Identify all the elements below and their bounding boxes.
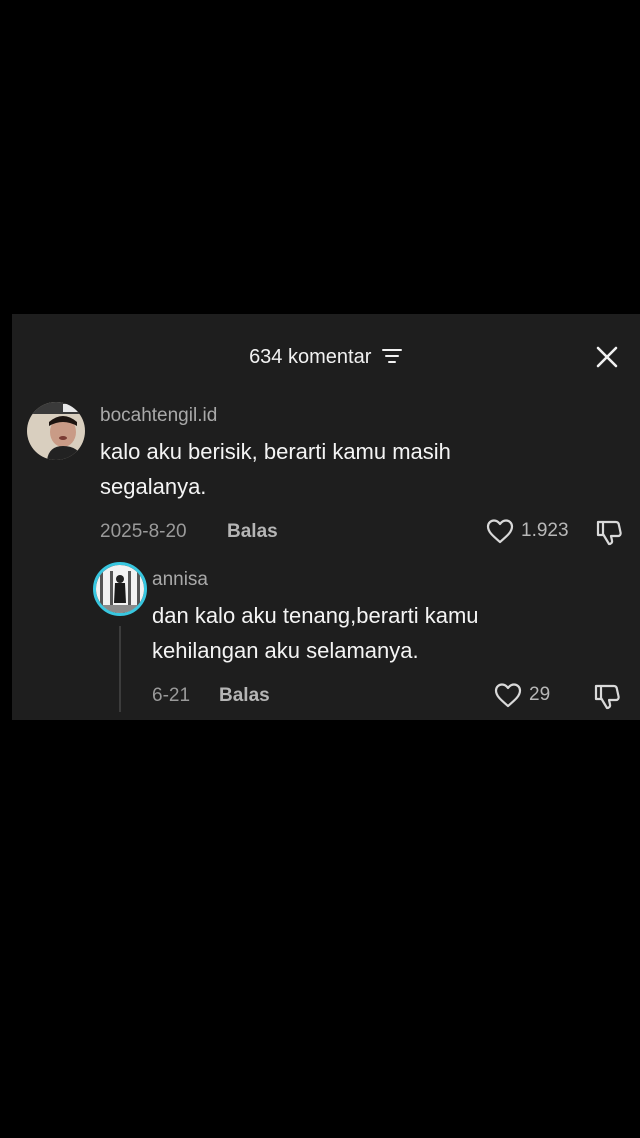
comment-text: dan kalo aku tenang,berarti kamu kehilan…: [152, 598, 479, 668]
comment-text-line: kehilangan aku selamanya.: [152, 638, 419, 663]
close-button[interactable]: [592, 342, 622, 372]
dislike-button[interactable]: [594, 517, 624, 552]
comments-header[interactable]: 634 komentar: [12, 344, 640, 370]
comment-username[interactable]: annisa: [152, 568, 208, 592]
filter-icon[interactable]: [381, 347, 403, 365]
comment-text-line: dan kalo aku tenang,berarti kamu: [152, 603, 479, 628]
thumbs-down-icon: [596, 520, 622, 546]
close-icon: [596, 346, 618, 368]
like-count: 1.923: [521, 520, 569, 541]
reply-button[interactable]: Balas: [227, 520, 278, 544]
comment-text-line: segalanya.: [100, 474, 207, 499]
comment-text-line: kalo aku berisik, berarti kamu masih: [100, 439, 451, 464]
comment-count-title: 634 komentar: [249, 346, 372, 368]
reply-thread-line: [119, 626, 121, 712]
user-avatar-image: [27, 402, 85, 460]
thumbs-down-icon: [594, 684, 620, 710]
heart-icon: [494, 683, 522, 708]
comment-text: kalo aku berisik, berarti kamu masih seg…: [100, 434, 451, 504]
like-count: 29: [529, 684, 551, 705]
user-avatar-image: [96, 565, 144, 613]
dislike-button[interactable]: [592, 681, 622, 716]
avatar[interactable]: [93, 562, 147, 616]
comment-date: 2025-8-20: [100, 521, 187, 542]
heart-icon: [486, 519, 514, 544]
reply-button[interactable]: Balas: [219, 684, 270, 708]
like-button[interactable]: 1.923: [485, 517, 569, 545]
comment-date: 6-21: [152, 685, 191, 706]
comment-username[interactable]: bocahtengil.id: [100, 404, 217, 428]
comments-panel: 634 komentar bocahtengil.id kalo aku ber…: [12, 314, 640, 720]
avatar[interactable]: [27, 402, 85, 460]
like-button[interactable]: 29: [493, 681, 550, 709]
